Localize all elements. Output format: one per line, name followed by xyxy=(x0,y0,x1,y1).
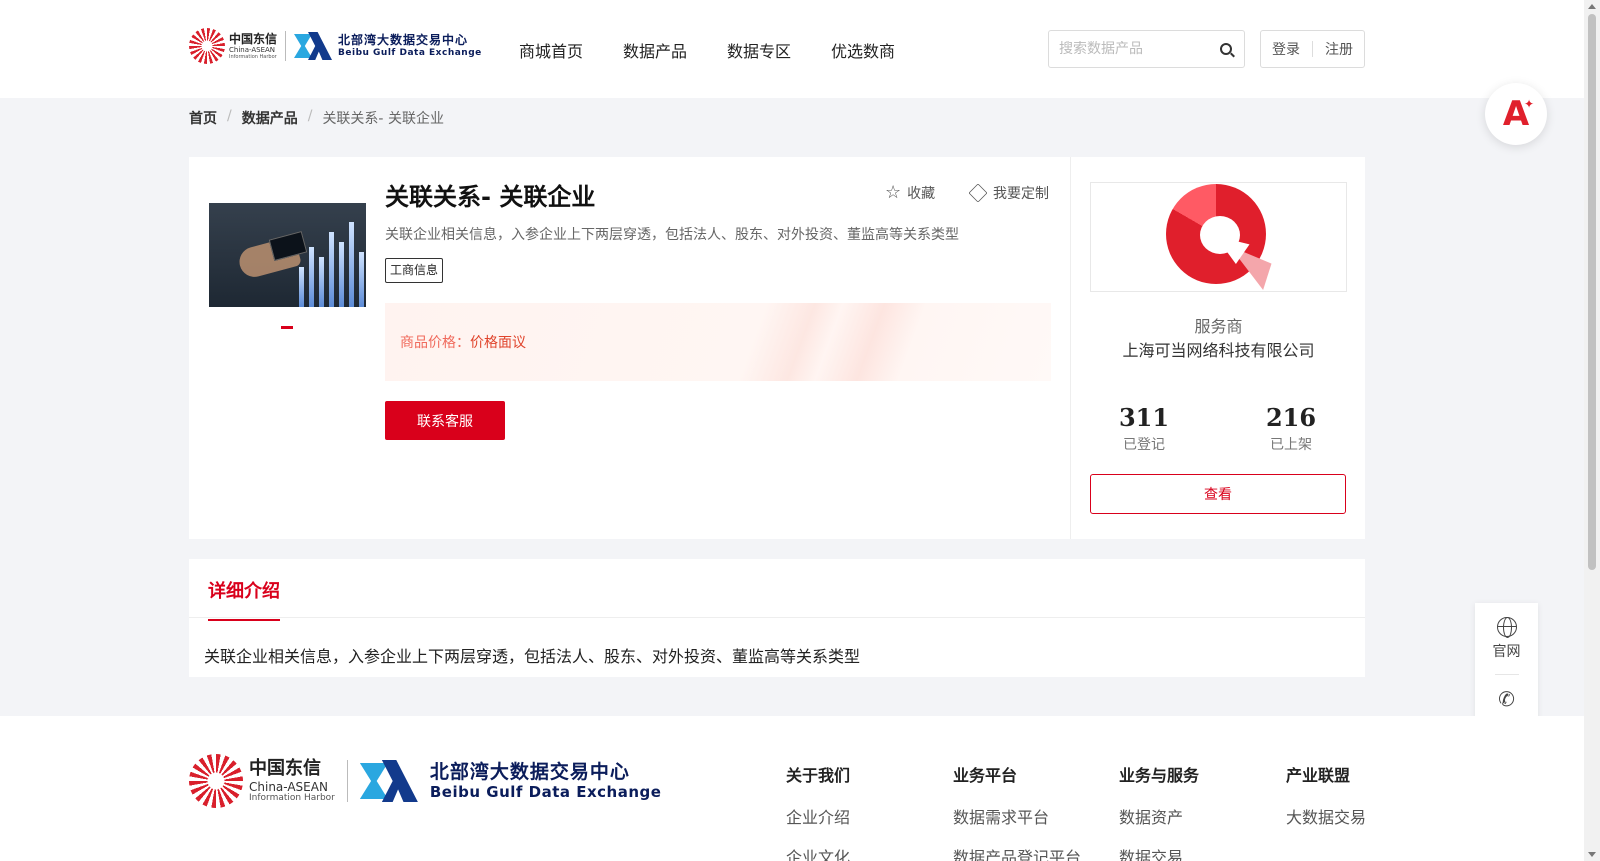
footer-link[interactable]: 数据交易 xyxy=(1119,844,1199,861)
footer-link[interactable]: 数据需求平台 xyxy=(953,804,1081,828)
nav-mall-home[interactable]: 商城首页 xyxy=(519,38,583,62)
provider-name: 上海可当网络科技有限公司 xyxy=(1122,341,1315,360)
tab-detail-intro[interactable]: 详细介绍 xyxy=(208,577,280,621)
site-header: 中国东信 China-ASEAN Information Harbor 北部湾大… xyxy=(0,0,1584,98)
search-icon[interactable] xyxy=(1220,43,1232,55)
provider-label: 服务商 xyxy=(1194,317,1243,336)
star-icon: ☆ xyxy=(885,182,902,203)
register-link[interactable]: 注册 xyxy=(1325,39,1353,59)
favorite-button[interactable]: ☆ 收藏 xyxy=(885,183,935,203)
view-provider-button[interactable]: 查看 xyxy=(1090,474,1346,514)
china-asean-logo-icon xyxy=(189,28,225,64)
price-box: 商品价格：价格面议 xyxy=(385,303,1051,381)
registered-stat: 311 已登记 xyxy=(1118,403,1170,453)
logo-bg-cn: 北部湾大数据交易中心 xyxy=(338,33,469,47)
footer-link[interactable]: 数据产品登记平台 xyxy=(953,844,1081,861)
price-label: 商品价格： xyxy=(400,335,470,351)
nav-data-products[interactable]: 数据产品 xyxy=(623,38,687,62)
logo-cn-en2: Information Harbor xyxy=(229,53,277,60)
contact-service-button[interactable]: 联系客服 xyxy=(385,401,505,440)
detail-content: 关联企业相关信息，入参企业上下两层穿透，包括法人、股东、对外投资、董监高等关系类… xyxy=(204,647,861,666)
scroll-up-arrow-icon[interactable] xyxy=(1588,4,1596,9)
main-nav: 商城首页 数据产品 数据专区 优选数商 xyxy=(519,38,895,62)
logo-bg-en: Beibu Gulf Data Exchange xyxy=(338,48,482,58)
breadcrumb-current: 关联关系- 关联企业 xyxy=(322,111,444,127)
product-image[interactable] xyxy=(209,203,366,307)
provider-logo[interactable] xyxy=(1090,182,1347,292)
site-footer: 中国东信 China-ASEAN Information Harbor 北部湾大… xyxy=(0,716,1584,861)
footer-link[interactable]: 企业介绍 xyxy=(786,804,850,828)
detail-section: 详细介绍 关联企业相关信息，入参企业上下两层穿透，包括法人、股东、对外投资、董监… xyxy=(189,559,1365,677)
page-scrollbar[interactable] xyxy=(1584,0,1600,861)
breadcrumb: 首页 / 数据产品 / 关联关系- 关联企业 xyxy=(189,108,444,128)
footer-link[interactable]: 数据资产 xyxy=(1119,804,1199,828)
product-title: 关联关系- 关联企业 xyxy=(385,183,596,211)
footer-link[interactable]: 企业文化 xyxy=(786,844,850,861)
product-description: 关联企业相关信息，入参企业上下两层穿透，包括法人、股东、对外投资、董监高等关系类… xyxy=(385,227,959,243)
footer-col-alliance: 产业联盟 大数据交易 xyxy=(1286,766,1367,828)
product-card: 关联关系- 关联企业 ☆ 收藏 我要定制 关联企业相关信息，入参企业上下两层穿透… xyxy=(189,157,1365,539)
pencil-icon xyxy=(968,183,988,203)
ai-assistant-button[interactable]: A ✦ xyxy=(1485,83,1547,145)
china-asean-logo-icon xyxy=(189,754,243,808)
breadcrumb-category[interactable]: 数据产品 xyxy=(242,108,298,128)
website-button[interactable]: 官网 xyxy=(1475,617,1538,661)
login-link[interactable]: 登录 xyxy=(1272,39,1300,59)
carousel-indicator[interactable] xyxy=(281,326,293,329)
beibu-gulf-logo-icon xyxy=(294,32,333,60)
customize-button[interactable]: 我要定制 xyxy=(968,183,1049,203)
globe-icon xyxy=(1496,617,1517,638)
provider-q-logo-icon xyxy=(1165,184,1272,290)
scroll-down-arrow-icon[interactable] xyxy=(1588,852,1596,857)
search-box xyxy=(1048,30,1245,68)
sparkle-icon: ✦ xyxy=(1523,97,1534,111)
price-value: 价格面议 xyxy=(470,335,526,351)
search-input[interactable] xyxy=(1049,41,1209,57)
footer-col-about: 关于我们 企业介绍 企业文化 xyxy=(786,762,850,861)
site-logo[interactable]: 中国东信 China-ASEAN Information Harbor 北部湾大… xyxy=(189,28,482,64)
product-tag: 工商信息 xyxy=(385,258,444,283)
nav-data-zone[interactable]: 数据专区 xyxy=(727,38,791,62)
footer-col-services: 业务与服务 数据资产 数据交易 xyxy=(1119,762,1199,861)
listed-stat: 216 已上架 xyxy=(1265,403,1317,453)
logo-cn-text: 中国东信 xyxy=(229,31,278,46)
footer-logo[interactable]: 中国东信 China-ASEAN Information Harbor 北部湾大… xyxy=(189,754,661,808)
auth-box: 登录 注册 xyxy=(1260,30,1365,68)
footer-link[interactable]: 大数据交易 xyxy=(1286,804,1366,828)
footer-col-platform: 业务平台 数据需求平台 数据产品登记平台 xyxy=(953,762,1081,861)
scrollbar-thumb[interactable] xyxy=(1588,14,1596,570)
beibu-gulf-logo-icon xyxy=(359,760,418,802)
breadcrumb-home[interactable]: 首页 xyxy=(189,108,217,128)
phone-icon: ✆ xyxy=(1498,687,1515,711)
nav-preferred-vendors[interactable]: 优选数商 xyxy=(831,38,895,62)
logo-cn-en1: China-ASEAN xyxy=(229,45,276,54)
